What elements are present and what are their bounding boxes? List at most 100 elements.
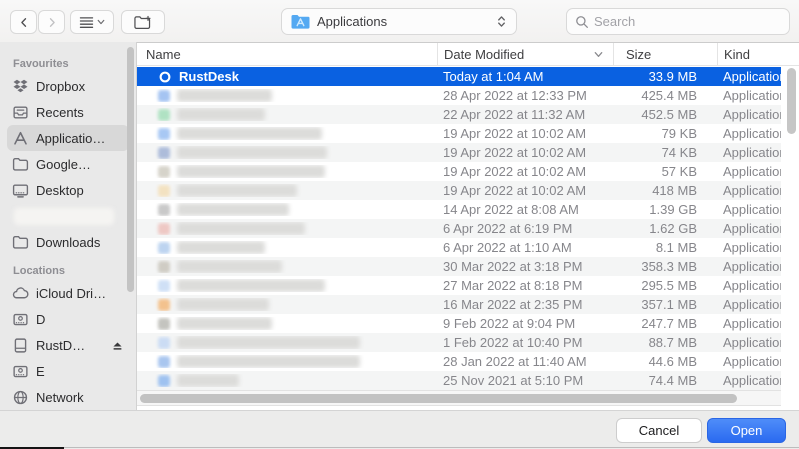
cell-size: 418 MB <box>613 183 717 198</box>
table-row[interactable]: 28 Jan 2022 at 11:40 AM44.6 MBApplicatio… <box>137 352 781 371</box>
vertical-scrollbar-thumb[interactable] <box>787 68 796 134</box>
search-icon <box>575 15 589 29</box>
cell-kind: Application <box>717 221 781 236</box>
table-row[interactable]: RustDeskToday at 1:04 AM33.9 MBApplicati… <box>137 67 781 86</box>
table-row[interactable]: 19 Apr 2022 at 10:02 AM57 KBApplication <box>137 162 781 181</box>
table-row[interactable]: 19 Apr 2022 at 10:02 AM79 KBApplication <box>137 124 781 143</box>
dialog-footer: Cancel Open <box>0 410 799 449</box>
sidebar-item-recents[interactable]: Recents <box>7 99 129 125</box>
app-icon-blurred <box>158 147 170 159</box>
cell-date: 6 Apr 2022 at 1:10 AM <box>437 240 613 255</box>
sidebar-item-redacted[interactable] <box>7 203 129 229</box>
sidebar-item-icloud-dri-[interactable]: iCloud Dri… <box>7 280 129 306</box>
table-row[interactable]: 22 Apr 2022 at 11:32 AM452.5 MBApplicati… <box>137 105 781 124</box>
cell-date: 19 Apr 2022 at 10:02 AM <box>437 183 613 198</box>
table-row[interactable]: 16 Mar 2022 at 2:35 PM357.1 MBApplicatio… <box>137 295 781 314</box>
file-name-blurred <box>177 355 360 368</box>
table-row[interactable]: 6 Apr 2022 at 6:19 PM1.62 GBApplication <box>137 219 781 238</box>
app-icon-blurred <box>158 109 170 121</box>
forward-button[interactable] <box>38 10 65 34</box>
list-view-icon <box>79 16 94 29</box>
sidebar-item-label: Recents <box>36 105 84 120</box>
chevron-right-icon <box>46 16 58 29</box>
file-name-blurred <box>177 203 289 216</box>
sidebar-item-dropbox[interactable]: Dropbox <box>7 73 129 99</box>
cell-name <box>137 355 437 368</box>
table-row[interactable]: 9 Feb 2022 at 9:04 PM247.7 MBApplication <box>137 314 781 333</box>
sidebar-item-applicatio-[interactable]: Applicatio… <box>7 125 129 151</box>
sidebar-item-downloads[interactable]: Downloads <box>7 229 129 255</box>
table-row[interactable]: 19 Apr 2022 at 10:02 AM74 KBApplication <box>137 143 781 162</box>
table-row[interactable]: 28 Apr 2022 at 12:33 PM425.4 MBApplicati… <box>137 86 781 105</box>
cell-size: 74.4 MB <box>613 373 717 388</box>
column-header-kind[interactable]: Kind <box>717 43 799 65</box>
cell-date: 9 Feb 2022 at 9:04 PM <box>437 316 613 331</box>
app-icon-blurred <box>158 375 170 387</box>
window-bottom-edge <box>0 447 799 448</box>
disk-icon <box>12 337 29 354</box>
column-header-name[interactable]: Name <box>137 43 437 65</box>
redacted-label-blur <box>14 208 114 225</box>
table-row[interactable]: 25 Nov 2021 at 5:10 PM74.4 MBApplication <box>137 371 781 390</box>
cell-size: 452.5 MB <box>613 107 717 122</box>
cell-size: 79 KB <box>613 126 717 141</box>
new-folder-button[interactable] <box>121 10 165 34</box>
horizontal-scrollbar-thumb[interactable] <box>140 394 737 403</box>
cell-size: 88.7 MB <box>613 335 717 350</box>
cell-date: 28 Apr 2022 at 12:33 PM <box>437 88 613 103</box>
cell-date: 19 Apr 2022 at 10:02 AM <box>437 126 613 141</box>
app-icon-blurred <box>158 90 170 102</box>
cell-kind: Application <box>717 164 781 179</box>
cell-date: 1 Feb 2022 at 10:40 PM <box>437 335 613 350</box>
cell-name <box>137 336 437 349</box>
sidebar-item-label: E <box>36 364 45 379</box>
cell-name <box>137 241 437 254</box>
table-row[interactable]: 30 Mar 2022 at 3:18 PM358.3 MBApplicatio… <box>137 257 781 276</box>
sidebar-scrollbar[interactable] <box>127 47 134 292</box>
view-options-button[interactable] <box>70 10 114 34</box>
cancel-button[interactable]: Cancel <box>616 418 702 443</box>
table-row[interactable]: 14 Apr 2022 at 8:08 AM1.39 GBApplication <box>137 200 781 219</box>
column-header-label: Date Modified <box>444 47 524 62</box>
sidebar-item-rustd-[interactable]: RustD… <box>7 332 129 358</box>
sidebar-item-label: Downloads <box>36 235 100 250</box>
cell-kind: Application <box>717 373 781 388</box>
cell-kind: Application <box>717 335 781 350</box>
updown-chevrons-icon <box>496 15 507 28</box>
table-row[interactable]: 19 Apr 2022 at 10:02 AM418 MBApplication <box>137 181 781 200</box>
open-button[interactable]: Open <box>707 418 786 443</box>
sidebar-item-desktop[interactable]: Desktop <box>7 177 129 203</box>
cell-kind: Application <box>717 354 781 369</box>
table-row[interactable]: 27 Mar 2022 at 8:18 PM295.5 MBApplicatio… <box>137 276 781 295</box>
app-icon-blurred <box>158 242 170 254</box>
file-name-blurred <box>177 317 272 330</box>
file-name-blurred <box>177 108 265 121</box>
horizontal-scrollbar-track[interactable] <box>137 390 781 406</box>
network-icon <box>12 389 29 406</box>
eject-icon[interactable] <box>111 339 124 352</box>
sidebar-item-d[interactable]: D <box>7 306 129 332</box>
app-icon-blurred <box>158 318 170 330</box>
sidebar-item-e[interactable]: E <box>7 358 129 384</box>
back-button[interactable] <box>10 10 37 34</box>
sidebar-item-google-[interactable]: Google… <box>7 151 129 177</box>
app-icon-blurred <box>158 261 170 273</box>
column-header-size[interactable]: Size <box>613 43 717 65</box>
column-header-date[interactable]: Date Modified <box>437 43 613 65</box>
sidebar-item-network[interactable]: Network <box>7 384 129 410</box>
file-open-dialog: Applications FavouritesDropboxRecentsApp… <box>0 0 799 449</box>
cell-size: 295.5 MB <box>613 278 717 293</box>
location-dropdown-value: Applications <box>317 14 387 29</box>
search-input[interactable] <box>594 14 781 29</box>
file-name-blurred <box>177 127 322 140</box>
harddrive-icon <box>12 311 29 328</box>
table-row[interactable]: 1 Feb 2022 at 10:40 PM88.7 MBApplication <box>137 333 781 352</box>
file-name: RustDesk <box>179 69 239 84</box>
sidebar-item-label: Dropbox <box>36 79 85 94</box>
cell-size: 247.7 MB <box>613 316 717 331</box>
cell-size: 44.6 MB <box>613 354 717 369</box>
table-row[interactable]: 6 Apr 2022 at 1:10 AM8.1 MBApplication <box>137 238 781 257</box>
cell-kind: Application <box>717 88 781 103</box>
location-dropdown[interactable]: Applications <box>281 8 517 35</box>
cell-kind: Application <box>717 202 781 217</box>
